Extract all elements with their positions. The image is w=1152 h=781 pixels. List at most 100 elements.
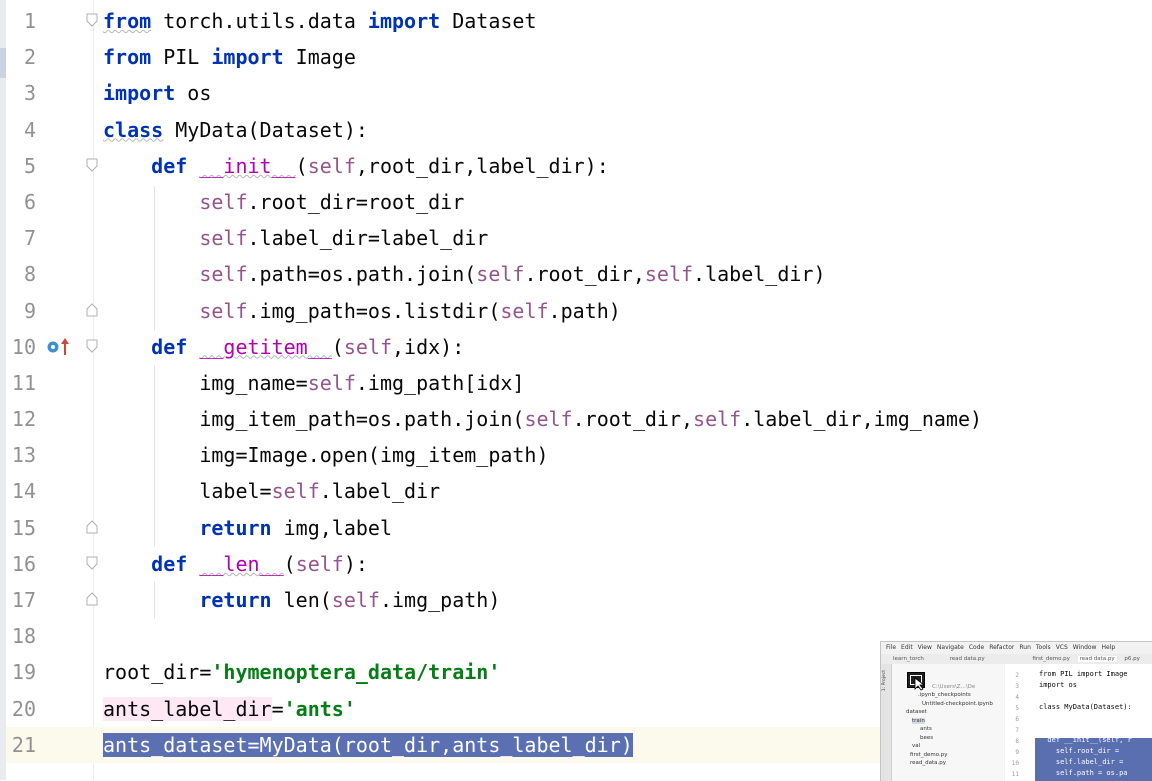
code-line[interactable]: 5 def __init__(self,root_dir,label_dir):	[6, 148, 1152, 184]
fold-open-icon[interactable]	[86, 13, 98, 27]
thumb-menu-item[interactable]: Run	[1019, 644, 1031, 651]
thumb-menu-item[interactable]: Help	[1101, 644, 1115, 651]
code-text[interactable]: img_item_path=os.path.join(self.root_dir…	[103, 401, 982, 437]
line-number[interactable]: 18	[6, 618, 36, 654]
line-number[interactable]: 16	[6, 546, 36, 582]
fold-close-icon[interactable]	[86, 519, 98, 534]
code-text[interactable]: return len(self.img_path)	[103, 582, 500, 618]
thumb-tree-item[interactable]: bees	[920, 735, 933, 741]
code-text[interactable]: ants_label_dir='ants'	[103, 691, 356, 727]
thumb-tree-item[interactable]: ants	[920, 726, 932, 732]
thumb-menu-item[interactable]: Tools	[1036, 644, 1051, 651]
line-number[interactable]: 8	[6, 256, 36, 292]
fold-close-icon[interactable]	[86, 302, 98, 317]
code-line[interactable]: 16 def __len__(self):	[6, 546, 1152, 582]
code-line[interactable]: 17 return len(self.img_path)	[6, 582, 1152, 618]
thumb-menu-item[interactable]: File	[886, 644, 896, 651]
code-line[interactable]: 9 self.img_path=os.listdir(self.path)	[6, 293, 1152, 329]
code-text[interactable]: def __len__(self):	[103, 546, 368, 582]
code-text[interactable]: img_name=self.img_path[idx]	[103, 365, 524, 401]
line-number[interactable]: 21	[6, 727, 36, 763]
thumb-tree-item[interactable]: train	[912, 717, 925, 724]
line-number[interactable]: 3	[6, 75, 36, 111]
code-text[interactable]: def __getitem__(self,idx):	[103, 329, 464, 365]
thumb-tree-item[interactable]: dataset	[906, 709, 927, 715]
line-number[interactable]: 7	[6, 220, 36, 256]
code-line[interactable]: 14 label=self.label_dir	[6, 473, 1152, 509]
code-text[interactable]: img=Image.open(img_item_path)	[103, 437, 548, 473]
thumb-menu-item[interactable]: VCS	[1056, 644, 1068, 651]
line-number[interactable]: 2	[6, 39, 36, 75]
line-number[interactable]: 20	[6, 691, 36, 727]
thumb-menubar: File Edit View Navigate Code Refactor Run Tools…	[881, 642, 1152, 653]
code-line[interactable]: 1 from torch.utils.data import Dataset	[6, 3, 1152, 39]
line-number[interactable]: 19	[6, 654, 36, 690]
code-token: .img_path=os.listdir(	[247, 298, 501, 323]
thumb-menu-item[interactable]: Edit	[901, 644, 913, 651]
thumb-tree-item[interactable]: val	[912, 743, 920, 749]
code-text[interactable]: class MyData(Dataset):	[103, 112, 368, 148]
line-number[interactable]: 6	[6, 184, 36, 220]
line-number[interactable]: 17	[6, 582, 36, 618]
code-line[interactable]: 7 self.label_dir=label_dir	[6, 220, 1152, 256]
code-line[interactable]: 8 self.path=os.path.join(self.root_dir,s…	[6, 256, 1152, 292]
code-line[interactable]: 11 img_name=self.img_path[idx]	[6, 365, 1152, 401]
line-number[interactable]: 9	[6, 293, 36, 329]
line-number[interactable]: 11	[6, 365, 36, 401]
fold-close-icon[interactable]	[86, 592, 98, 606]
thumb-tree-item[interactable]: .ipynb_checkpoints	[918, 692, 971, 698]
code-line[interactable]: 3 import os	[6, 75, 1152, 111]
thumb-menu-item[interactable]: Navigate	[937, 644, 964, 651]
thumb-menu-item[interactable]: Refactor	[989, 644, 1014, 651]
code-text[interactable]: return img,label	[103, 510, 392, 546]
line-number[interactable]: 13	[6, 437, 36, 473]
code-token: class	[103, 117, 164, 142]
thumb-menu-item[interactable]: Window	[1073, 644, 1097, 651]
line-number[interactable]: 15	[6, 510, 36, 546]
code-line[interactable]: 10 def __getitem__(self,idx):	[6, 329, 1152, 365]
line-number[interactable]: 1	[6, 3, 36, 39]
line-number[interactable]: 12	[6, 401, 36, 437]
thumb-project-sidebar[interactable]: 1: Project	[881, 664, 892, 781]
thumb-menu-item[interactable]: Code	[969, 644, 984, 651]
line-number[interactable]: 14	[6, 473, 36, 509]
thumb-code-line: class MyData(Dataset):	[1039, 703, 1132, 711]
fold-open-icon[interactable]	[86, 339, 98, 353]
code-line[interactable]: 4 class MyData(Dataset):	[6, 112, 1152, 148]
line-number[interactable]: 10	[6, 329, 36, 365]
thumb-tab[interactable]: p6.py	[1124, 656, 1140, 662]
code-line[interactable]: 12 img_item_path=os.path.join(self.root_…	[6, 401, 1152, 437]
fold-open-icon[interactable]	[86, 556, 98, 570]
ide-thumbnail[interactable]: File Edit View Navigate Code Refactor Run Tools…	[880, 641, 1152, 781]
code-text[interactable]: self.img_path=os.listdir(self.path)	[103, 293, 620, 329]
code-text[interactable]: self.root_dir=root_dir	[103, 184, 464, 220]
thumb-tree-item[interactable]: Untitled-checkpoint.ipynb	[922, 701, 993, 707]
override-marker-icon[interactable]	[46, 337, 76, 357]
thumb-menu-item[interactable]: View	[918, 644, 932, 651]
code-text[interactable]: from torch.utils.data import Dataset	[103, 3, 537, 39]
thumb-editor[interactable]: 2 from PIL import Image 3 import os 4 5 class …	[1005, 664, 1152, 781]
code-text[interactable]: root_dir='hymenoptera_data/train'	[103, 654, 500, 690]
thumb-tree-item[interactable]: first_demo.py	[910, 752, 948, 758]
code-token: self	[295, 551, 344, 576]
code-line[interactable]: 15 return img,label	[6, 510, 1152, 546]
thumb-tree-item[interactable]: read_data.py	[910, 760, 946, 766]
code-text[interactable]: def __init__(self,root_dir,label_dir):	[103, 148, 609, 184]
code-text[interactable]: self.label_dir=label_dir	[103, 220, 488, 256]
thumb-tab[interactable]: first_demo.py	[1032, 656, 1070, 662]
code-line[interactable]: 2 from PIL import Image	[6, 39, 1152, 75]
code-text[interactable]: self.path=os.path.join(self.root_dir,sel…	[103, 256, 825, 292]
code-line[interactable]: 6 self.root_dir=root_dir	[6, 184, 1152, 220]
code-token: self	[199, 262, 248, 287]
code-text[interactable]: from PIL import Image	[103, 39, 356, 75]
code-text[interactable]: import os	[103, 75, 211, 111]
code-line[interactable]: 13 img=Image.open(img_item_path)	[6, 437, 1152, 473]
thumb-tab-active[interactable]: read data.py	[1077, 656, 1117, 662]
fold-open-icon[interactable]	[86, 158, 98, 172]
line-number[interactable]: 4	[6, 112, 36, 148]
code-text[interactable]: ants_dataset=MyData(root_dir,ants_label_…	[103, 727, 633, 763]
line-number[interactable]: 5	[6, 148, 36, 184]
code-token: .root_dir,	[524, 262, 645, 287]
